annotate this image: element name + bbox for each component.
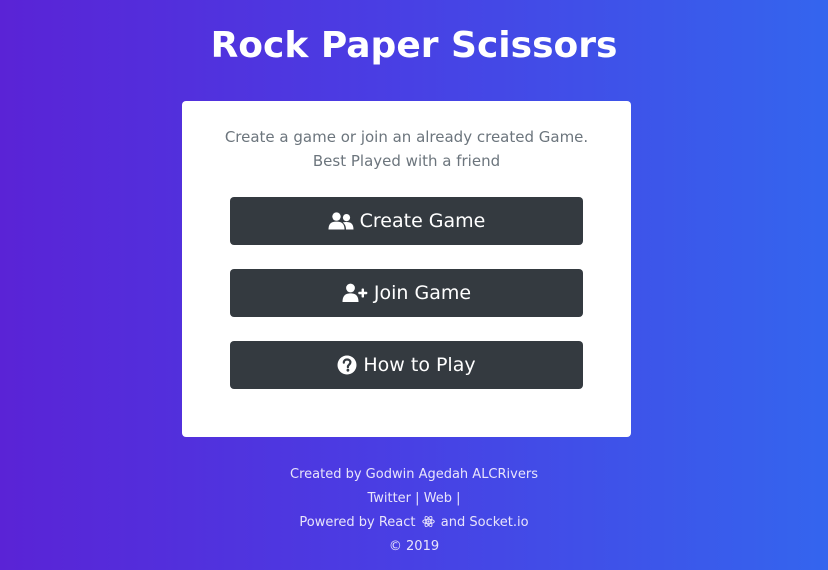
copyright: © 2019 [388, 539, 440, 554]
create-game-label: Create Game [359, 210, 486, 232]
intro-text: Create a game or join an already created… [224, 128, 589, 170]
create-game-button[interactable]: Create Game [230, 197, 583, 245]
menu-card: Create a game or join an already created… [182, 101, 631, 437]
react-icon [421, 513, 435, 537]
footer: Created by Godwin Agedah ALCRivers Twitt… [0, 463, 828, 559]
users-icon [328, 212, 354, 230]
page-title: Rock Paper Scissors [210, 25, 618, 66]
powered-by-line: Powered by React and Socket.io [0, 511, 828, 535]
how-to-play-button[interactable]: How to Play [230, 341, 583, 389]
twitter-link[interactable]: Twitter [367, 491, 411, 506]
powered-by-prefix: Powered by React [299, 515, 416, 530]
web-link[interactable]: Web [424, 491, 452, 506]
user-plus-icon [342, 283, 368, 303]
question-circle-icon [337, 355, 357, 375]
link-separator: | [415, 491, 420, 506]
link-separator-trailing: | [456, 491, 461, 506]
join-game-label: Join Game [373, 282, 472, 304]
join-game-button[interactable]: Join Game [230, 269, 583, 317]
how-to-play-label: How to Play [363, 354, 476, 376]
links-line: Twitter | Web | [0, 487, 828, 511]
powered-by-suffix: and Socket.io [440, 515, 529, 530]
credits-line: Created by Godwin Agedah ALCRivers [290, 467, 538, 482]
